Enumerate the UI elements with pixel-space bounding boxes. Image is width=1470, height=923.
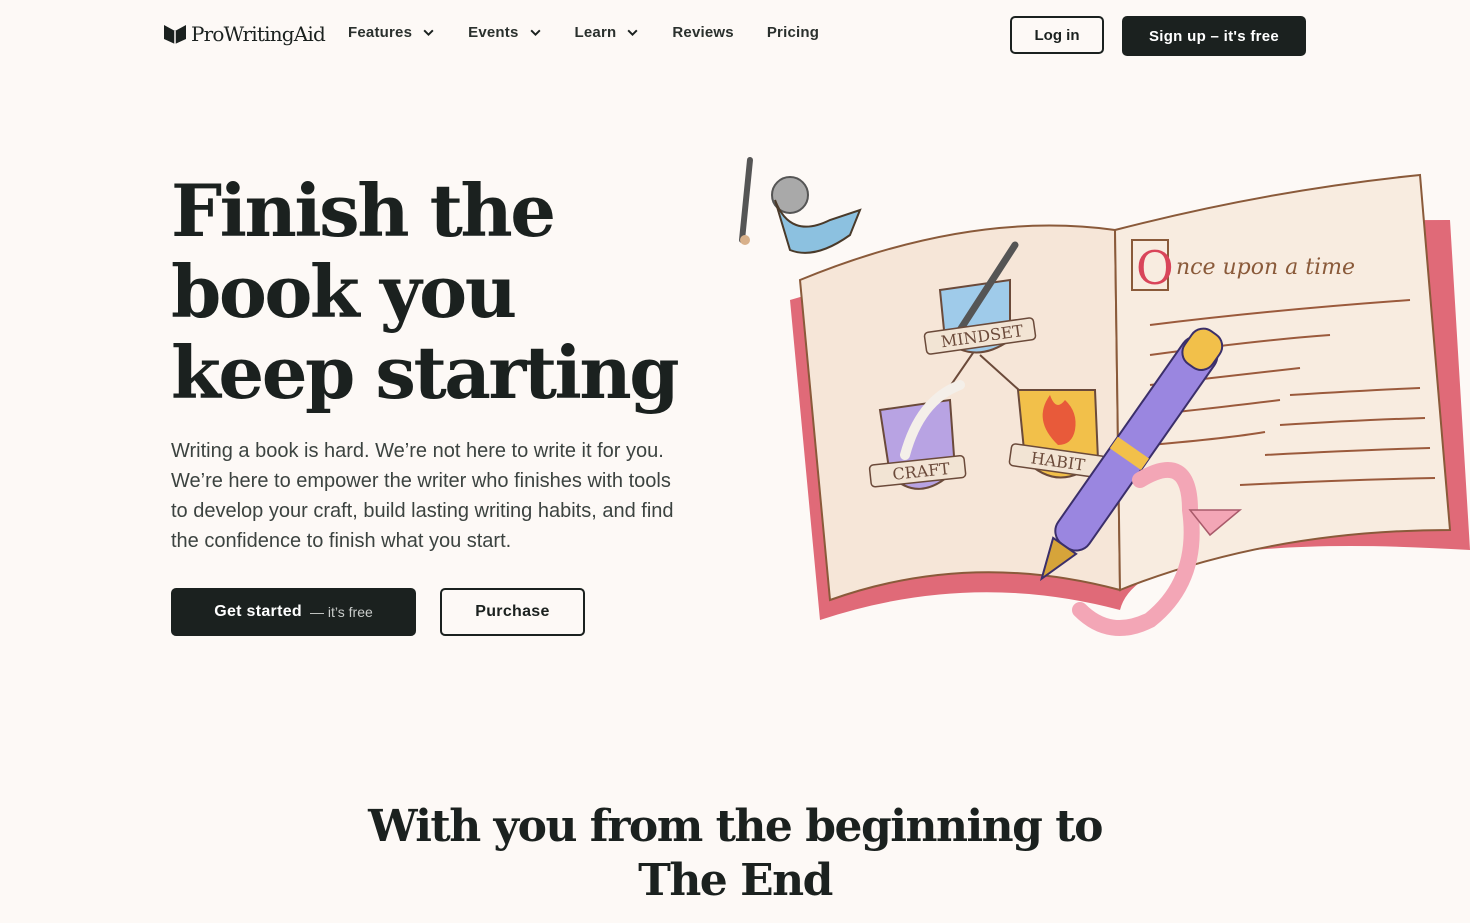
brand-name: ProWritingAid [191, 22, 326, 46]
hero-title: Finish the book you keep starting [171, 168, 680, 415]
signup-button[interactable]: Sign up – it's free [1122, 16, 1306, 56]
get-started-sublabel: — it’s free [310, 604, 373, 620]
hero-subtitle: Writing a book is hard. We’re not here t… [171, 440, 674, 552]
hero-book-illustration: O nce upon a time MINDSET CRAFT HABIT [739, 157, 1470, 636]
nav-events-label: Events [468, 24, 519, 41]
chevron-down-icon [423, 29, 434, 37]
book-opening-text: nce upon a time [1176, 255, 1355, 280]
nav-pricing[interactable]: Pricing [767, 24, 819, 41]
login-button[interactable]: Log in [1010, 16, 1104, 54]
nav-reviews-label: Reviews [672, 24, 734, 41]
nav-learn[interactable]: Learn [575, 24, 640, 41]
nav-features-label: Features [348, 24, 413, 41]
nav-features[interactable]: Features [348, 24, 435, 41]
knight-sword-icon [739, 157, 753, 243]
logo-icon [164, 25, 186, 44]
chevron-down-icon [530, 29, 541, 37]
knight-icon [739, 157, 862, 254]
section-title: With you from the beginning to The End [368, 801, 1103, 906]
purchase-button[interactable]: Purchase [440, 588, 585, 636]
nav-learn-label: Learn [574, 24, 617, 41]
brand-logo[interactable]: ProWritingAid [163, 22, 326, 46]
get-started-button[interactable]: Get started — it’s free [171, 588, 416, 636]
get-started-label: Get started [214, 603, 302, 620]
top-navigation: ProWritingAid Features Events Learn Revi… [0, 0, 1470, 72]
nav-pricing-label: Pricing [766, 24, 820, 41]
book-drop-cap: O [1136, 241, 1174, 295]
nav-reviews[interactable]: Reviews [672, 24, 733, 41]
nav-events[interactable]: Events [468, 24, 541, 41]
chevron-down-icon [627, 29, 638, 37]
